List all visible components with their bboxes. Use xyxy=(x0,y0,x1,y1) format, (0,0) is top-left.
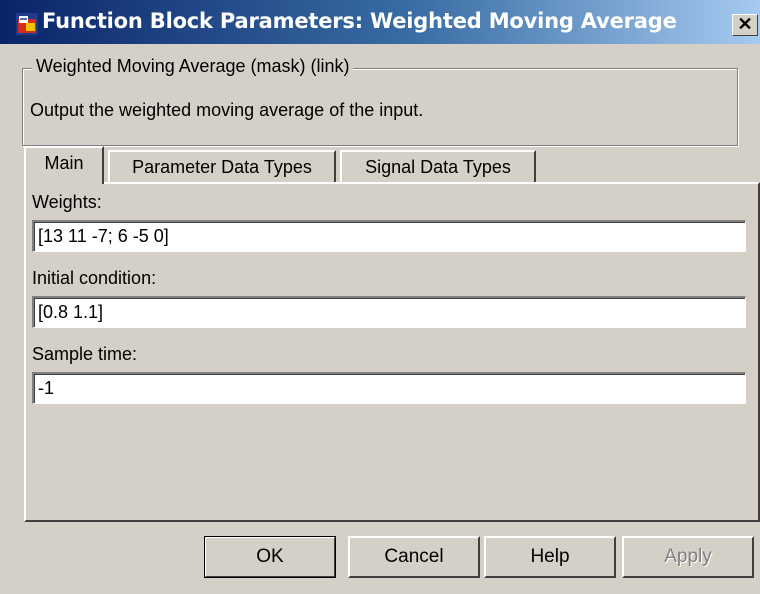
window-title: Function Block Parameters: Weighted Movi… xyxy=(42,9,677,33)
tab-signal-data-types[interactable]: Signal Data Types xyxy=(340,150,536,184)
ok-button[interactable]: OK xyxy=(204,536,336,578)
initial-condition-input[interactable] xyxy=(32,296,746,328)
close-icon[interactable]: ✕ xyxy=(732,14,758,36)
tab-main-label: Main xyxy=(44,153,84,173)
tab-parameter-data-types[interactable]: Parameter Data Types xyxy=(108,150,336,184)
help-button[interactable]: Help xyxy=(484,536,616,578)
description-text: Output the weighted moving average of th… xyxy=(30,100,424,120)
tab-parameter-data-types-label: Parameter Data Types xyxy=(132,157,312,177)
simulink-block-icon xyxy=(16,13,38,35)
sample-time-label: Sample time: xyxy=(32,344,138,364)
initial-condition-label: Initial condition: xyxy=(32,268,157,288)
weights-input[interactable] xyxy=(32,220,746,252)
tab-signal-data-types-label: Signal Data Types xyxy=(365,157,511,177)
cancel-button[interactable]: Cancel xyxy=(348,536,480,578)
sample-time-input[interactable] xyxy=(32,372,746,404)
description-legend: Weighted Moving Average (mask) (link) xyxy=(32,56,354,77)
title-bar[interactable]: Function Block Parameters: Weighted Movi… xyxy=(0,0,760,44)
dialog-window: Function Block Parameters: Weighted Movi… xyxy=(0,0,760,594)
apply-button: Apply xyxy=(622,536,754,578)
weights-label: Weights: xyxy=(32,192,102,212)
tab-main[interactable]: Main xyxy=(24,146,104,184)
